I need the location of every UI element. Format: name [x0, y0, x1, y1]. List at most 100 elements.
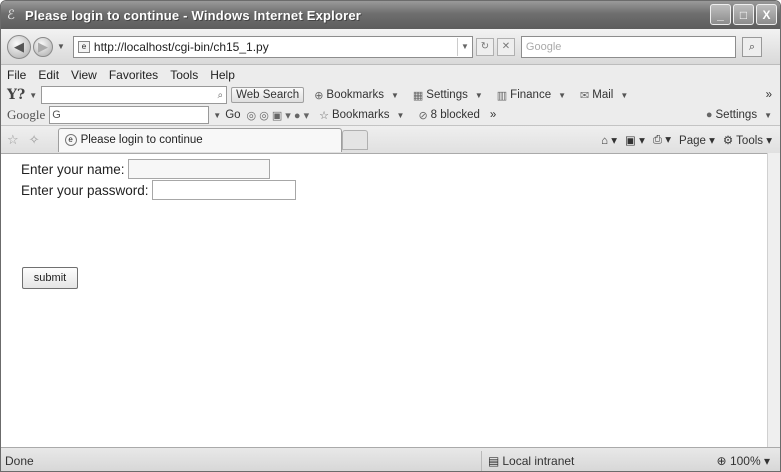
yahoo-finance[interactable]: ▥ Finance ▼ [497, 89, 570, 102]
zoom-control[interactable]: ⊕ 100% ▾ [717, 454, 770, 468]
window-controls: _ □ X [710, 4, 777, 25]
address-field[interactable]: e http://localhost/cgi-bin/ch15_1.py ▼ [72, 35, 473, 58]
feeds-icon[interactable]: ▣ ▾ [625, 133, 645, 147]
minimize-button[interactable]: _ [710, 4, 731, 25]
chevron-down-icon[interactable]: ▼ [213, 111, 221, 120]
menu-tools[interactable]: Tools [170, 68, 198, 82]
yahoo-settings-label: Settings [426, 89, 468, 101]
star-icon: ☆ [319, 109, 329, 122]
yahoo-mail-label: Mail [592, 89, 614, 101]
password-row: Enter your password: [21, 180, 296, 200]
ie-logo-icon: ℰ [7, 7, 15, 22]
tools-menu[interactable]: ⚙ Tools ▾ [723, 133, 772, 147]
window-title: Please login to continue - Windows Inter… [25, 7, 362, 23]
ie-window: ℰ Please login to continue - Windows Int… [0, 0, 781, 472]
status-divider [481, 450, 482, 471]
command-bar: ⌂ ▾ ▣ ▾ ⎙ ▾ Page ▾ ⚙ Tools ▾ [601, 132, 772, 147]
page-icon: e [64, 134, 77, 146]
history-dropdown-icon[interactable]: ▼ [57, 42, 65, 51]
finance-icon: ▥ [496, 89, 508, 102]
zone-label: Local intranet [502, 453, 575, 468]
yahoo-bookmarks-label: Bookmarks [326, 89, 384, 101]
tools-menu-label: Tools [736, 134, 764, 147]
zoom-level: 100% [729, 453, 761, 468]
refresh-icon[interactable]: ↻ [475, 37, 494, 56]
chevron-down-icon: ▼ [396, 110, 405, 120]
yahoo-bookmarks[interactable]: ⊕ Bookmarks ▼ [314, 89, 403, 102]
yahoo-mail[interactable]: ✉ Mail ▼ [580, 89, 632, 102]
page-menu[interactable]: Page ▾ [679, 133, 715, 147]
title-bar: ℰ Please login to continue - Windows Int… [1, 1, 780, 29]
tab-current[interactable]: e Please login to continue [57, 127, 342, 152]
web-search-button[interactable]: Web Search [231, 87, 305, 103]
search-placeholder: Google [525, 40, 562, 53]
password-field[interactable] [151, 180, 296, 200]
bookmark-icon: ⊕ [314, 89, 324, 102]
home-icon[interactable]: ⌂ ▾ [601, 133, 617, 147]
google-settings[interactable]: ● Settings ▼ [706, 109, 776, 121]
chevron-down-icon: ▼ [390, 90, 399, 100]
page-content: Enter your name: Enter your password: su… [1, 153, 767, 447]
yahoo-dropdown-icon[interactable]: ▼ [29, 91, 37, 100]
status-bar: Done ▤ Local intranet ⊕ 100% ▾ [1, 447, 780, 471]
google-logo: Google [7, 107, 46, 122]
new-tab-button[interactable] [341, 129, 368, 150]
menu-help[interactable]: Help [210, 68, 235, 82]
menu-bar: File Edit View Favorites Tools Help [1, 65, 780, 85]
security-zone: ▤ Local intranet [488, 454, 658, 468]
chevron-down-icon: ▼ [474, 90, 483, 100]
google-more[interactable]: » [490, 109, 496, 121]
magnifier-icon: ⌕ [217, 89, 224, 101]
name-field[interactable] [127, 159, 270, 179]
print-icon[interactable]: ⎙ ▾ [653, 132, 671, 147]
password-label: Enter your password: [21, 182, 149, 198]
search-input[interactable]: Google [520, 35, 736, 58]
name-row: Enter your name: [21, 159, 270, 179]
name-label: Enter your name: [21, 161, 125, 177]
yahoo-toolbar: Y? ▼ ⌕ Web Search ⊕ Bookmarks ▼ ▦ Settings ▼… [1, 85, 780, 105]
google-toolbar: Google G ▼ Go ◎ ◎ ▣ ▾ ● ▾ ☆ Bookmarks ▼ ⊘ 8… [1, 105, 780, 125]
tab-bar: ☆ ✧ e Please login to continue ⌂ ▾ ▣ ▾ ⎙… [1, 125, 780, 153]
add-favorites-icon[interactable]: ✧ [29, 132, 40, 148]
submit-button[interactable]: submit [22, 267, 78, 289]
yahoo-finance-label: Finance [510, 89, 552, 101]
address-dropdown-icon[interactable]: ▼ [456, 37, 472, 56]
google-search-input[interactable]: G [49, 106, 210, 124]
tab-label: Please login to continue [80, 134, 203, 146]
google-settings-label: Settings [715, 109, 758, 121]
yahoo-settings[interactable]: ▦ Settings ▼ [413, 89, 487, 102]
forward-button[interactable]: ▶ [33, 36, 53, 57]
popup-blocked-label: 8 blocked [430, 109, 480, 121]
menu-file[interactable]: File [7, 68, 26, 82]
blocker-icon: ⊘ [418, 109, 428, 122]
back-button[interactable]: ◀ [7, 34, 31, 59]
maximize-button[interactable]: □ [733, 4, 754, 25]
yahoo-search-input[interactable]: ⌕ [41, 86, 228, 104]
page-icon: e [77, 40, 90, 53]
yahoo-more[interactable]: » [766, 89, 772, 101]
google-bookmarks[interactable]: ☆ Bookmarks ▼ [319, 109, 408, 122]
page-menu-label: Page [679, 134, 706, 147]
search-icon[interactable]: ⌕ [741, 36, 762, 57]
vertical-scrollbar[interactable] [767, 153, 780, 447]
favorites-star-icon[interactable]: ☆ [7, 132, 19, 148]
menu-edit[interactable]: Edit [38, 68, 59, 82]
popup-blocker[interactable]: ⊘ 8 blocked [418, 109, 479, 122]
chevron-down-icon: ▼ [764, 110, 772, 120]
address-row: ◀ ▶ ▼ e http://localhost/cgi-bin/ch15_1.… [1, 29, 780, 65]
menu-favorites[interactable]: Favorites [109, 68, 158, 82]
toolbars: File Edit View Favorites Tools Help Y? ▼… [1, 65, 780, 153]
chevron-down-icon: ▼ [558, 90, 567, 100]
google-go-button[interactable]: Go [225, 109, 240, 121]
stop-icon[interactable]: ✕ [496, 37, 515, 56]
intranet-icon: ▤ [488, 453, 500, 468]
google-bookmarks-label: Bookmarks [331, 109, 390, 121]
chevron-down-icon: ▼ [620, 90, 629, 100]
status-text: Done [5, 453, 34, 468]
menu-view[interactable]: View [71, 68, 97, 82]
settings-icon: ▦ [412, 89, 424, 102]
yahoo-logo[interactable]: Y? [7, 87, 25, 103]
close-button[interactable]: X [756, 4, 777, 25]
pagerank-icon[interactable]: ◎ ◎ ▣ ▾ ● ▾ [247, 109, 310, 122]
address-url: http://localhost/cgi-bin/ch15_1.py [93, 39, 269, 54]
